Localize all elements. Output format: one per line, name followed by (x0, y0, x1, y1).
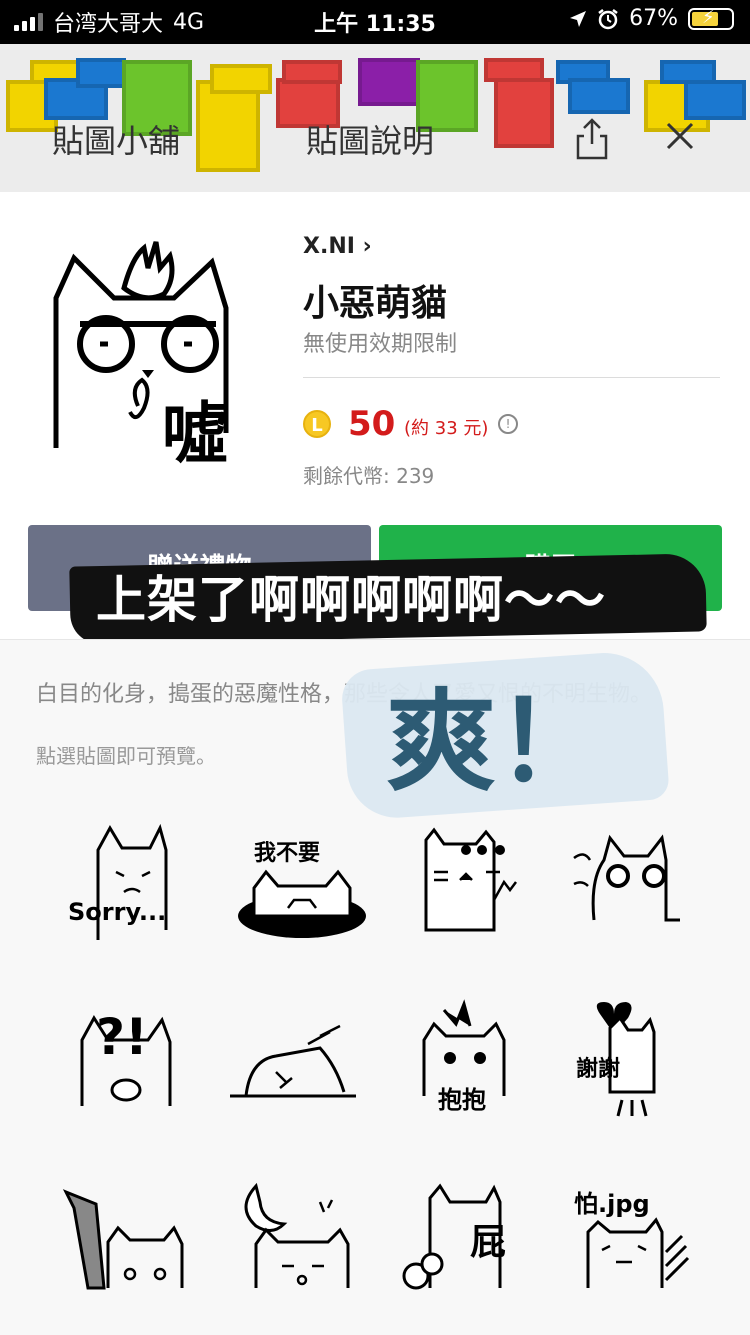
preview-hint: 點選貼圖即可預覽。 (36, 744, 216, 768)
page-title: 貼圖說明 (306, 122, 435, 160)
sticker-item[interactable]: 謝謝 (570, 996, 710, 1126)
sticker-item[interactable] (60, 1178, 200, 1308)
svg-text:謝謝: 謝謝 (576, 1056, 620, 1082)
remaining-coins: 剩餘代幣: 239 (303, 464, 435, 488)
sticker-item[interactable] (232, 1178, 372, 1308)
sticker-item[interactable]: 抱抱 (400, 996, 540, 1126)
main-sticker-image[interactable]: 噓 (44, 228, 264, 468)
battery-icon: ⚡ (688, 7, 734, 30)
author-link[interactable]: X.NI › (303, 234, 372, 259)
sticker-item[interactable] (404, 820, 544, 950)
exclaim-text: 爽！ (386, 678, 606, 806)
close-icon[interactable] (660, 116, 700, 156)
sticker-item[interactable]: ?! (68, 996, 208, 1126)
validity-text: 無使用效期限制 (303, 332, 458, 357)
header-toolbar: 貼圖小舖 貼圖說明 (0, 44, 750, 160)
alarm-icon (598, 8, 618, 29)
sticker-item[interactable] (570, 820, 710, 950)
info-icon[interactable]: ! (498, 414, 518, 434)
price: 50 (348, 404, 396, 444)
sticker-item[interactable]: 我不要 (232, 820, 372, 950)
svg-text:屁: 屁 (470, 1222, 506, 1263)
divider (303, 377, 720, 378)
svg-text:?!: ?! (96, 1008, 148, 1066)
pack-title: 小惡萌貓 (303, 283, 448, 324)
sticker-item[interactable]: 屁 (400, 1178, 540, 1308)
svg-text:我不要: 我不要 (254, 841, 320, 866)
status-right: 67% ⚡ (569, 6, 734, 31)
sticker-item[interactable]: 怕.jpg (570, 1178, 710, 1308)
svg-text:Sorry...: Sorry... (68, 898, 166, 926)
sticker-item[interactable] (220, 996, 360, 1126)
author-name: X.NI (303, 234, 355, 259)
share-icon[interactable] (572, 116, 612, 162)
chevron-right-icon: › (362, 234, 372, 259)
banner-text: 上架了啊啊啊啊啊～～ (96, 571, 606, 629)
battery-percent: 67% (629, 6, 678, 31)
status-bar: 台湾大哥大 4G 上午 11:35 67% ⚡ (0, 0, 750, 44)
svg-text:怕.jpg: 怕.jpg (574, 1190, 650, 1218)
sticker-shop-link[interactable]: 貼圖小舖 (52, 116, 180, 162)
svg-text:抱抱: 抱抱 (438, 1086, 486, 1114)
price-approx: (約 33 元) (404, 418, 489, 439)
main-sticker-text: 噓 (162, 395, 228, 468)
sticker-item[interactable]: Sorry... (58, 820, 198, 950)
location-icon (570, 10, 587, 27)
line-coin-icon: L (303, 410, 331, 438)
